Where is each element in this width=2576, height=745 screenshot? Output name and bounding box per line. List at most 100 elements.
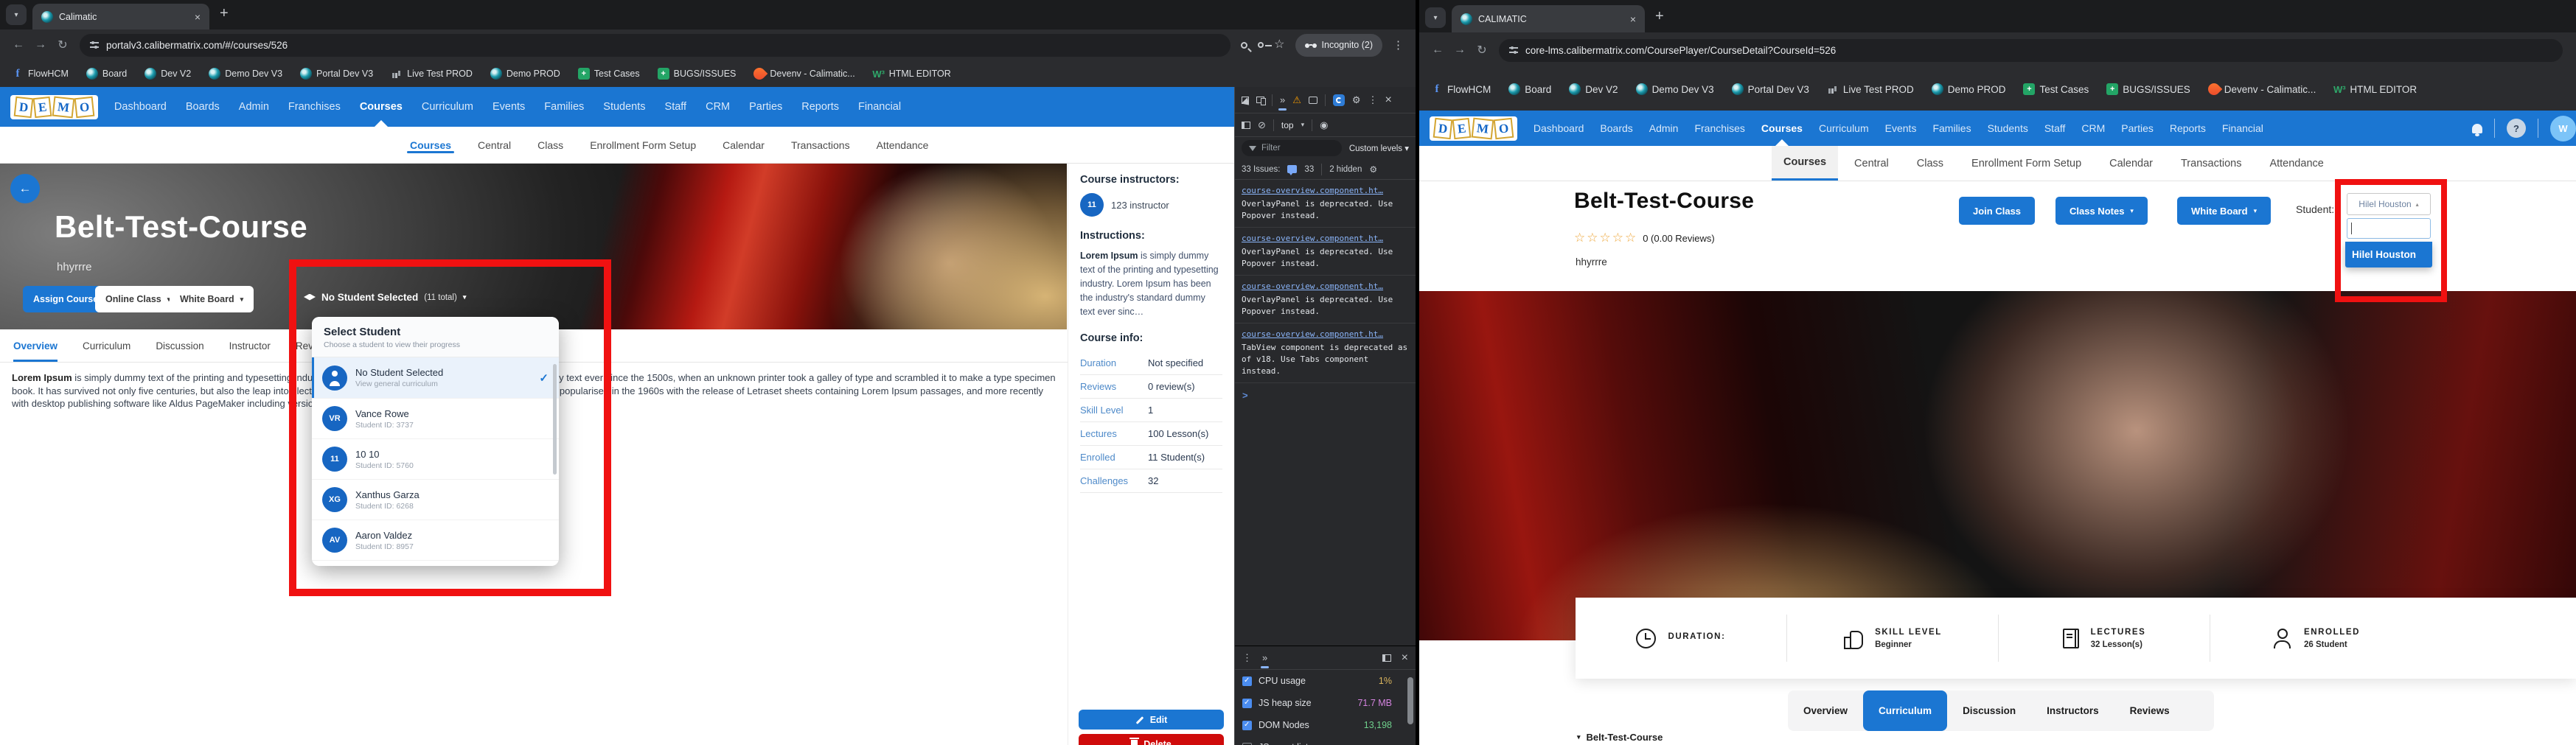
subnav-item[interactable]: Courses (406, 127, 455, 163)
metric-checkbox[interactable] (1242, 742, 1252, 745)
app-nav-item[interactable]: Dashboard (1534, 111, 1584, 146)
back-circle-button[interactable] (10, 174, 40, 203)
curriculum-accordion-header[interactable]: Belt-Test-Course (1577, 732, 1663, 743)
console-prompt[interactable]: > (1235, 383, 1416, 408)
console-source-link[interactable]: course-overview.component.ht… (1242, 329, 1409, 340)
bookmark-item[interactable]: FlowHCM (1431, 83, 1491, 95)
new-tab-button[interactable]: + (220, 5, 229, 22)
white-board-button[interactable]: White Board ▾ (170, 286, 254, 312)
app-nav-item[interactable]: Financial (858, 87, 901, 127)
console-source-link[interactable]: course-overview.component.ht… (1242, 281, 1409, 293)
join-class-button[interactable]: Join Class (1959, 197, 2036, 225)
back-icon[interactable]: ← (7, 38, 29, 52)
bookmark-item[interactable]: BUGS/ISSUES (2106, 83, 2190, 95)
issues-count-label[interactable]: 33 Issues: (1242, 165, 1280, 174)
app-nav-item[interactable]: Dashboard (114, 87, 167, 127)
subnav-item[interactable]: Enrollment Form Setup (1971, 146, 2081, 181)
search-icon[interactable] (1241, 41, 1248, 49)
bookmark-item[interactable]: Demo PROD (490, 68, 560, 80)
bookmark-item[interactable]: Demo PROD (1931, 83, 2005, 95)
bookmark-item[interactable]: Live Test PROD (391, 68, 473, 80)
device-toolbar-icon[interactable] (1256, 97, 1266, 105)
inspect-element-icon[interactable] (1242, 96, 1249, 104)
bookmark-item[interactable]: Live Test PROD (1827, 83, 1914, 95)
bookmark-item[interactable]: Dev V2 (1569, 83, 1618, 95)
issues-bubble-icon[interactable] (1308, 96, 1317, 104)
bookmark-item[interactable]: Test Cases (577, 68, 640, 80)
drawer-more-tabs-icon[interactable] (1260, 652, 1270, 668)
drawer-menu-icon[interactable] (1242, 653, 1252, 662)
issues-settings-icon[interactable] (1369, 165, 1377, 174)
app-nav-item[interactable]: Events (492, 87, 525, 127)
bookmark-item[interactable]: FlowHCM (12, 68, 69, 80)
drawer-close-icon[interactable] (1402, 652, 1408, 664)
devtools-close-icon[interactable] (1385, 94, 1392, 106)
metric-checkbox[interactable] (1242, 720, 1252, 730)
student-list-item[interactable]: 11 10 10 Student ID: 5760 (312, 438, 559, 479)
course-tab[interactable]: Overview (1788, 690, 1863, 731)
bookmark-star-icon[interactable] (1274, 39, 1284, 51)
live-expression-icon[interactable] (1320, 120, 1328, 130)
tab-close-icon[interactable]: × (195, 11, 201, 23)
app-nav-item[interactable]: Parties (749, 87, 782, 127)
bookmark-item[interactable]: Board (86, 68, 127, 80)
app-nav-item[interactable]: Events (1885, 111, 1917, 146)
bookmark-item[interactable]: BUGS/ISSUES (657, 68, 736, 80)
tab-close-icon[interactable]: × (1630, 13, 1636, 25)
demo-logo[interactable]: DEMO (1430, 116, 1517, 141)
app-nav-item[interactable]: Admin (1649, 111, 1679, 146)
online-class-button[interactable]: Online Class ▾ (95, 286, 181, 312)
notifications-bell-icon[interactable] (2472, 123, 2482, 136)
course-tab[interactable]: Curriculum (1863, 690, 1948, 731)
app-nav-item[interactable]: Reports (801, 87, 839, 127)
subnav-item[interactable]: Calendar (723, 127, 765, 163)
app-nav-item[interactable]: Financial (2222, 111, 2263, 146)
dock-side-icon[interactable] (1382, 654, 1391, 662)
student-list-item[interactable]: VR Vance Rowe Student ID: 3737 (312, 398, 559, 438)
student-select-dropdown[interactable]: Hilel Houston (2347, 193, 2431, 215)
bookmark-item[interactable]: HTML EDITOR (873, 68, 951, 80)
app-nav-item[interactable]: Courses (1761, 111, 1803, 146)
edit-button[interactable]: Edit (1079, 710, 1224, 730)
subnav-item[interactable]: Class (537, 127, 563, 163)
dropdown-scrollbar[interactable] (553, 364, 557, 475)
back-icon[interactable]: ← (1427, 43, 1449, 57)
reload-icon[interactable]: ↻ (52, 38, 74, 52)
recorder-icon[interactable] (1332, 94, 1345, 106)
browser-tab[interactable]: CALIMATIC × (1452, 5, 1645, 32)
app-nav-item[interactable]: CRM (706, 87, 730, 127)
course-tab[interactable]: Instructors (2031, 690, 2114, 731)
user-avatar[interactable]: W (2550, 115, 2576, 141)
tab-search-chevron-button[interactable] (1425, 7, 1446, 28)
delete-button[interactable]: Delete (1079, 734, 1224, 745)
subnav-item[interactable]: Attendance (877, 127, 929, 163)
app-nav-item[interactable]: Students (1988, 111, 2028, 146)
app-nav-item[interactable]: Admin (239, 87, 269, 127)
course-tab[interactable]: Discussion (156, 329, 203, 362)
subnav-item[interactable]: Central (1854, 146, 1889, 181)
student-selector-trigger[interactable]: No Student Selected (11 total) ▾ (304, 292, 466, 303)
incognito-badge[interactable]: Incognito (2) (1295, 33, 1382, 57)
student-list-item[interactable]: XG Xanthus Garza Student ID: 6268 (312, 479, 559, 520)
course-tab[interactable]: Instructor (229, 329, 271, 362)
course-tab[interactable]: Curriculum (83, 329, 130, 362)
bookmark-item[interactable]: Board (1508, 83, 1551, 95)
white-board-button[interactable]: White Board ▾ (2177, 197, 2272, 225)
browser-tab[interactable]: Calimatic × (32, 4, 209, 29)
address-bar[interactable]: core-lms.calibermatrix.com/CoursePlayer/… (1499, 38, 2563, 62)
site-settings-icon[interactable] (90, 41, 99, 49)
app-nav-item[interactable]: Families (544, 87, 584, 127)
app-nav-item[interactable]: Staff (2044, 111, 2066, 146)
bookmark-item[interactable]: Devenv - Calimatic... (751, 65, 855, 83)
app-nav-item[interactable]: Families (1932, 111, 1971, 146)
bookmark-item[interactable]: Devenv - Calimatic... (2205, 80, 2316, 98)
app-nav-item[interactable]: Parties (2121, 111, 2154, 146)
warning-icon[interactable] (1292, 94, 1301, 106)
reload-icon[interactable]: ↻ (1471, 43, 1493, 57)
student-list-item[interactable]: AV Aaron Valdez Student ID: 8957 (312, 520, 559, 560)
app-nav-item[interactable]: Students (603, 87, 645, 127)
app-nav-item[interactable]: Franchises (288, 87, 341, 127)
address-bar[interactable]: portalv3.calibermatrix.com/#/courses/526 (80, 33, 1231, 57)
new-tab-button[interactable]: + (1655, 8, 1664, 25)
drawer-scrollbar[interactable] (1407, 677, 1413, 724)
